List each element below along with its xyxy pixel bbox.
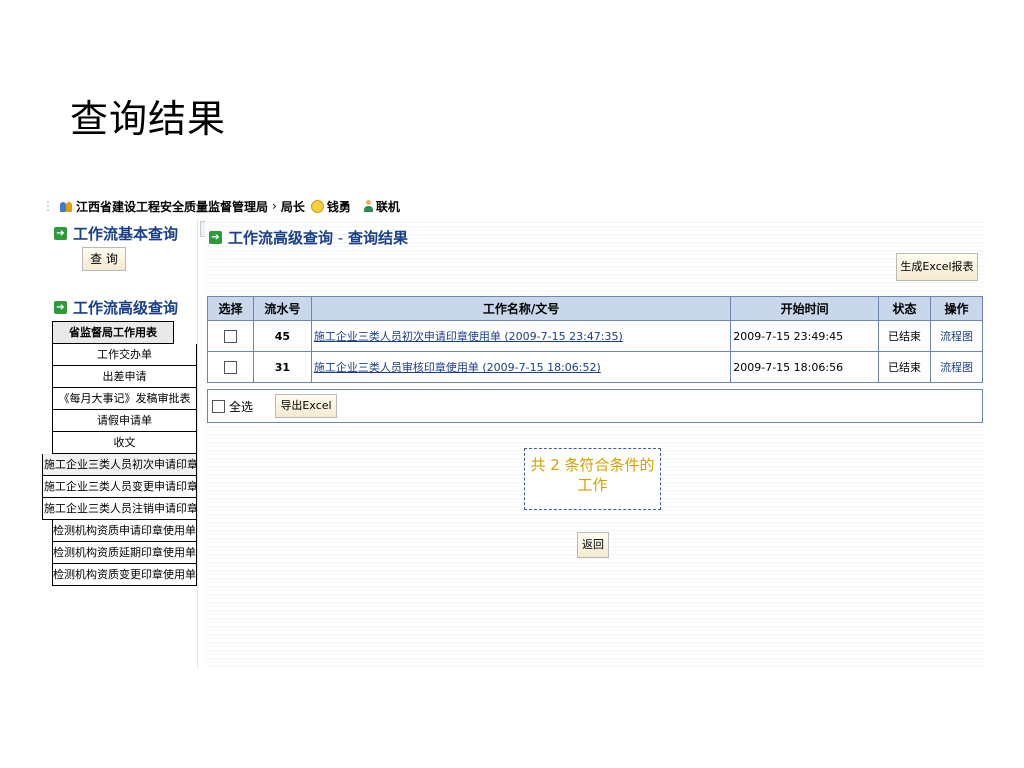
arrow-right-icon: ➔ bbox=[54, 300, 67, 314]
start-time-cell: 2009-7-15 23:49:45 bbox=[730, 320, 880, 352]
col-header-select: 选择 bbox=[207, 296, 254, 321]
generate-excel-report-button[interactable]: 生成Excel报表 bbox=[896, 253, 978, 281]
export-excel-button[interactable]: 导出Excel bbox=[275, 394, 338, 418]
basic-query-heading: ➔ 工作流基本查询 bbox=[42, 219, 197, 243]
role-label: 局长 bbox=[280, 199, 305, 214]
user-name: 钱勇 bbox=[326, 199, 351, 214]
flowchart-link[interactable]: 流程图 bbox=[940, 330, 973, 343]
slide-title: 查询结果 bbox=[70, 97, 227, 141]
advanced-query-title: 工作流高级查询 bbox=[73, 298, 179, 317]
arrow-right-icon: ➔ bbox=[54, 226, 67, 240]
users-icon bbox=[60, 200, 73, 213]
page-title-separator: - bbox=[333, 228, 348, 247]
start-time-cell: 2009-7-15 18:06:56 bbox=[730, 351, 880, 383]
page-title-main: 工作流高级查询 bbox=[228, 229, 334, 247]
app-screenshot: ⋮ 江西省建设工程安全质量监督管理局 › 局长 钱勇 联机 ➔ 工作流基本查询 … bbox=[40, 193, 984, 668]
main-panel: ➔ 工作流高级查询 - 查询结果 生成Excel报表 选择 流水号 工作名称/文… bbox=[205, 219, 984, 668]
serial-cell: 45 bbox=[252, 320, 312, 352]
col-header-action: 操作 bbox=[930, 296, 983, 321]
status-cell: 已结束 bbox=[878, 351, 931, 383]
select-all-checkbox[interactable] bbox=[212, 399, 225, 413]
breadcrumb-separator: › bbox=[272, 199, 277, 213]
table-footer: 全选 导出Excel bbox=[207, 389, 983, 423]
page-title-sub: 查询结果 bbox=[347, 229, 408, 247]
row-checkbox[interactable] bbox=[223, 329, 237, 343]
col-header-status: 状态 bbox=[878, 296, 931, 321]
sidebar: ➔ 工作流基本查询 查 询 ➔ 工作流高级查询 省监督局工作用表 工作交办单 出… bbox=[42, 219, 198, 668]
results-table: 选择 流水号 工作名称/文号 开始时间 状态 操作 45 施工企业三类人员初次申… bbox=[207, 296, 983, 383]
menu-item-leave-request[interactable]: 请假申请单 bbox=[52, 410, 197, 432]
flowchart-link[interactable]: 流程图 bbox=[940, 361, 973, 374]
select-all-label[interactable]: 全选 bbox=[229, 398, 253, 415]
smiley-icon bbox=[310, 199, 324, 213]
advanced-query-heading: ➔ 工作流高级查询 bbox=[42, 293, 197, 317]
user-item: 钱勇 bbox=[310, 198, 351, 215]
status-cell: 已结束 bbox=[878, 320, 931, 352]
select-cell bbox=[207, 351, 254, 383]
grip-icon: ⋮ bbox=[42, 199, 54, 213]
menu-item-incoming-docs[interactable]: 收文 bbox=[52, 432, 197, 454]
arrow-right-icon: ➔ bbox=[209, 231, 222, 244]
online-label: 联机 bbox=[375, 199, 400, 214]
menu-item-initial-seal[interactable]: 施工企业三类人员初次申请印章使用单 bbox=[42, 454, 197, 476]
work-name-link[interactable]: 施工企业三类人员初次申请印章使用单 (2009-7-15 23:47:35) bbox=[314, 330, 623, 343]
col-header-serial: 流水号 bbox=[252, 296, 312, 321]
result-count: 共 2 条符合条件的工作 bbox=[524, 448, 661, 510]
menu-item-work-assignment[interactable]: 工作交办单 bbox=[52, 344, 197, 366]
menu-item-lab-extend[interactable]: 检测机构资质延期印章使用单 bbox=[52, 542, 197, 564]
name-cell: 施工企业三类人员初次申请印章使用单 (2009-7-15 23:47:35) bbox=[310, 320, 732, 352]
online-status: 联机 bbox=[363, 198, 400, 215]
org-item: 江西省建设工程安全质量监督管理局 › 局长 bbox=[60, 198, 305, 215]
menu-item-change-seal[interactable]: 施工企业三类人员变更申请印章使用单 bbox=[42, 476, 197, 498]
select-cell bbox=[207, 320, 254, 352]
serial-cell: 31 bbox=[252, 351, 312, 383]
work-name-link[interactable]: 施工企业三类人员审核印章使用单 (2009-7-15 18:06:52) bbox=[314, 361, 601, 374]
name-cell: 施工企业三类人员审核印章使用单 (2009-7-15 18:06:52) bbox=[310, 351, 732, 383]
form-menu: 省监督局工作用表 工作交办单 出差申请 《每月大事记》发稿审批表 请假申请单 收… bbox=[42, 321, 197, 586]
top-bar: ⋮ 江西省建设工程安全质量监督管理局 › 局长 钱勇 联机 bbox=[40, 193, 984, 219]
action-cell: 流程图 bbox=[930, 351, 983, 383]
row-checkbox[interactable] bbox=[223, 360, 237, 374]
query-button[interactable]: 查 询 bbox=[82, 247, 126, 271]
menu-item-cancel-seal[interactable]: 施工企业三类人员注销申请印章使用单 bbox=[42, 498, 197, 520]
col-header-name: 工作名称/文号 bbox=[310, 296, 732, 321]
menu-item-monthly-events[interactable]: 《每月大事记》发稿审批表 bbox=[52, 388, 197, 410]
person-icon bbox=[363, 199, 373, 213]
table-header-row: 选择 流水号 工作名称/文号 开始时间 状态 操作 bbox=[207, 296, 983, 321]
menu-item-lab-apply[interactable]: 检测机构资质申请印章使用单 bbox=[52, 520, 197, 542]
back-button[interactable]: 返回 bbox=[577, 532, 609, 558]
menu-item-business-trip[interactable]: 出差申请 bbox=[52, 366, 197, 388]
col-header-start: 开始时间 bbox=[730, 296, 880, 321]
basic-query-title: 工作流基本查询 bbox=[73, 224, 179, 243]
menu-item-bureau-forms[interactable]: 省监督局工作用表 bbox=[52, 321, 174, 344]
table-row: 31 施工企业三类人员审核印章使用单 (2009-7-15 18:06:52) … bbox=[207, 351, 983, 383]
table-row: 45 施工企业三类人员初次申请印章使用单 (2009-7-15 23:47:35… bbox=[207, 320, 983, 352]
page-title: ➔ 工作流高级查询 - 查询结果 bbox=[209, 227, 408, 248]
action-cell: 流程图 bbox=[930, 320, 983, 352]
menu-item-lab-change[interactable]: 检测机构资质变更印章使用单 bbox=[52, 564, 197, 586]
org-name: 江西省建设工程安全质量监督管理局 bbox=[76, 199, 269, 214]
